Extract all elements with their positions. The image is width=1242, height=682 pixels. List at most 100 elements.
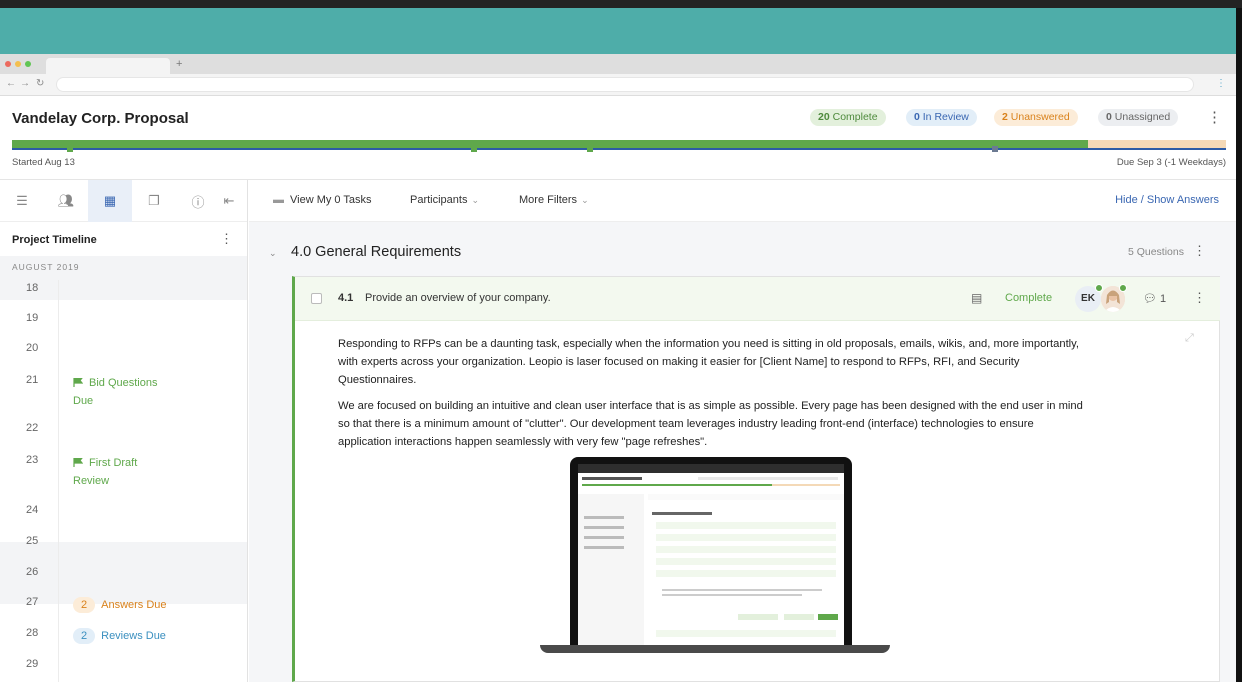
participants-filter[interactable]: Participants ⌄ — [410, 194, 479, 206]
timeline-event-reviews-due[interactable]: 2 Reviews Due — [73, 627, 166, 645]
event-label-cont: Review — [73, 475, 110, 487]
collapse-icon[interactable]: ⇤ — [210, 180, 248, 222]
progress-timeline — [12, 148, 1226, 150]
close-window-dot[interactable] — [5, 61, 11, 67]
timeline-day: 23 — [26, 454, 39, 466]
complete-label: Complete — [832, 111, 878, 123]
timeline-day: 24 — [26, 504, 39, 516]
sidebar-title: Project Timeline — [12, 234, 97, 246]
participants-icon[interactable]: 👥︎ — [44, 180, 88, 222]
timeline-sidebar: ☰ 👥︎ ▦ ❐ ⓘ ⇤ Project Timeline ⋮ AUGUST 2… — [0, 180, 248, 682]
flag-icon — [73, 458, 83, 467]
timeline-day: 28 — [26, 627, 39, 639]
question-card: 4.1 Provide an overview of your company.… — [292, 276, 1220, 682]
in-review-count: 0 — [914, 111, 920, 123]
timeline-event-bid-questions[interactable]: Bid Questions Due — [73, 374, 157, 410]
milestone-marker[interactable] — [67, 146, 73, 152]
in-review-label: In Review — [922, 111, 969, 123]
chevron-down-icon: ⌄ — [471, 195, 480, 205]
maximize-window-dot[interactable] — [25, 61, 31, 67]
unanswered-pill[interactable]: 2 Unanswered — [994, 109, 1078, 126]
minimize-window-dot[interactable] — [15, 61, 21, 67]
teal-banner — [0, 8, 1236, 54]
calendar-icon[interactable]: ▦ — [88, 180, 132, 222]
new-tab-icon[interactable]: + — [176, 58, 182, 70]
question-checkbox[interactable] — [311, 293, 322, 304]
back-icon[interactable]: ← — [6, 78, 16, 89]
top-edge — [0, 0, 1242, 8]
assignee-check-badge — [1095, 284, 1103, 292]
more-filters-filter[interactable]: More Filters ⌄ — [519, 194, 589, 206]
answers-count-badge: 2 — [73, 597, 96, 613]
question-more-icon[interactable]: ⋮ — [1193, 290, 1206, 306]
document-icon[interactable]: ▤ — [971, 291, 982, 305]
event-label: Bid Questions — [89, 377, 158, 389]
question-status[interactable]: Complete — [1005, 292, 1052, 304]
sidebar-more-icon[interactable]: ⋮ — [220, 231, 233, 247]
event-label: First Draft — [89, 457, 138, 469]
copy-icon[interactable]: ❐ — [132, 180, 176, 222]
my-tasks-filter[interactable]: ▬ View My 0 Tasks — [273, 194, 372, 206]
right-edge — [1236, 8, 1242, 682]
question-number: 4.1 — [338, 292, 354, 304]
milestone-marker[interactable] — [471, 146, 477, 152]
in-review-pill[interactable]: 0 In Review — [906, 109, 977, 126]
milestone-marker[interactable] — [587, 146, 593, 152]
unassigned-count: 0 — [1106, 111, 1112, 123]
screenshot-frame: + ← → ↻ ⋮ Vandelay Corp. Proposal 20 Com… — [0, 0, 1242, 682]
timeline-event-first-draft[interactable]: First Draft Review — [73, 454, 137, 490]
forward-icon[interactable]: → — [20, 78, 30, 89]
complete-pill[interactable]: 20 Complete — [810, 109, 886, 126]
complete-count: 20 — [818, 111, 830, 123]
section-title[interactable]: 4.0 General Requirements — [291, 244, 461, 260]
start-date-label: Started Aug 13 — [12, 157, 75, 168]
timeline-day: 19 — [26, 312, 39, 324]
app-header: Vandelay Corp. Proposal 20 Complete 0 In… — [0, 96, 1236, 140]
timeline-day: 21 — [26, 374, 39, 386]
answer-paragraph[interactable]: We are focused on building an intuitive … — [338, 397, 1088, 451]
comment-count: 1 — [1160, 293, 1167, 305]
laptop-screenshot-image — [540, 457, 890, 657]
task-icon: ▬ — [273, 194, 284, 206]
extension-icon[interactable]: ⋮ — [1216, 78, 1226, 89]
reviewer-check-badge — [1119, 284, 1127, 292]
comments-button[interactable]: 💬︎ 1 — [1143, 292, 1166, 305]
timeline-day: 18 — [26, 282, 39, 294]
event-label: Answers Due — [101, 599, 167, 611]
sidebar-toolbar: ☰ 👥︎ ▦ ❐ ⓘ ⇤ — [0, 180, 247, 222]
milestone-marker[interactable] — [992, 146, 998, 152]
browser-tab[interactable] — [46, 58, 170, 74]
reviews-count-badge: 2 — [73, 628, 96, 644]
url-field[interactable] — [56, 77, 1194, 92]
progress-complete — [12, 140, 1088, 148]
section-more-icon[interactable]: ⋮ — [1193, 243, 1206, 259]
my-tasks-label: View My 0 Tasks — [290, 194, 372, 206]
event-label: Reviews Due — [101, 630, 166, 642]
answer-paragraph[interactable]: Responding to RFPs can be a daunting tas… — [338, 335, 1088, 389]
unassigned-pill[interactable]: 0 Unassigned — [1098, 109, 1179, 126]
question-text[interactable]: Provide an overview of your company. — [365, 292, 551, 304]
timeline-day: 25 — [26, 535, 39, 547]
unassigned-label: Unassigned — [1114, 111, 1171, 123]
timeline-day: 27 — [26, 596, 39, 608]
timeline-line — [58, 280, 59, 682]
timeline-day: 29 — [26, 658, 39, 670]
flag-icon — [73, 378, 83, 387]
progress-remaining — [1088, 140, 1226, 148]
event-label-cont: Due — [73, 395, 94, 407]
timeline-event-answers-due[interactable]: 2 Answers Due — [73, 596, 167, 614]
header-more-icon[interactable]: ⋮ — [1207, 108, 1222, 126]
project-progress-bar — [12, 140, 1226, 152]
timeline-day: 26 — [26, 566, 39, 578]
section-collapse-icon[interactable]: ⌄ — [269, 248, 277, 259]
expand-icon[interactable]: ⤢ — [1185, 332, 1194, 345]
list-icon[interactable]: ☰ — [0, 180, 44, 222]
more-filters-label: More Filters — [519, 194, 578, 206]
question-header: 4.1 Provide an overview of your company.… — [295, 277, 1220, 321]
browser-window: + ← → ↻ ⋮ Vandelay Corp. Proposal 20 Com… — [0, 54, 1236, 682]
laptop-screen — [570, 457, 852, 645]
timeline-month: AUGUST 2019 — [12, 262, 80, 272]
reload-icon[interactable]: ↻ — [36, 78, 44, 89]
laptop-base — [540, 645, 890, 653]
hide-show-answers-link[interactable]: Hide / Show Answers — [1115, 194, 1219, 206]
